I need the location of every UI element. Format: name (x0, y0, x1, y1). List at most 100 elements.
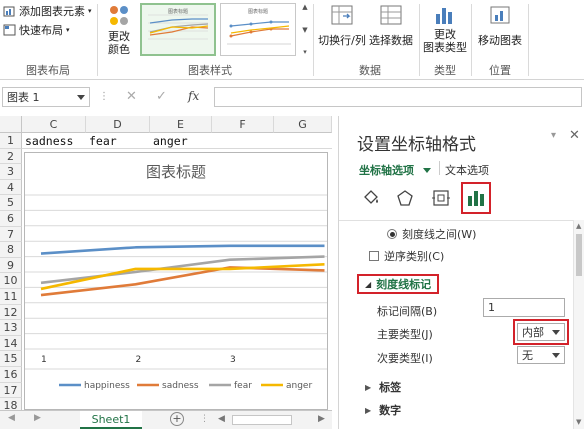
row-header-11[interactable]: 11 (0, 289, 22, 305)
change-chart-type-button[interactable]: 更改 图表类型 (421, 4, 469, 54)
cancel-icon[interactable]: ✕ (126, 89, 137, 104)
row-header-10[interactable]: 10 (0, 273, 22, 289)
column-header-c[interactable]: C (22, 116, 86, 133)
group-label-type: 类型 (434, 64, 456, 77)
chart-area[interactable]: 图表标题 1 2 3 happiness sadness fear anger (24, 152, 328, 410)
major-type-dropdown[interactable]: 内部 (517, 323, 565, 341)
quick-layout-button[interactable]: 快速布局 ▾ (3, 22, 70, 38)
switch-row-column-icon (331, 5, 353, 25)
scroll-tabs-right-icon[interactable]: ▶ (34, 413, 41, 423)
fx-icon[interactable]: fx (188, 89, 199, 103)
bar-chart-icon (468, 191, 484, 206)
scroll-down-icon[interactable]: ▼ (576, 418, 581, 426)
collapse-triangle-icon: ◢ (365, 279, 372, 289)
add-element-icon (3, 6, 15, 17)
legend-label-happiness: happiness (84, 381, 130, 391)
row-header-8[interactable]: 8 (0, 242, 22, 258)
minor-type-dropdown[interactable]: 无 (517, 346, 565, 364)
between-ticks-option[interactable]: 刻度线之间(W) (387, 226, 476, 242)
row-header-4[interactable]: 4 (0, 179, 22, 196)
chart-style-preview: 图表标题 (148, 8, 209, 40)
column-header-d[interactable]: D (86, 116, 150, 133)
scroll-up-icon[interactable]: ▲ (576, 222, 581, 230)
pane-options-icon[interactable]: ▾ (551, 130, 556, 141)
group-label-location: 位置 (489, 64, 511, 77)
row-header-7[interactable]: 7 (0, 226, 22, 243)
cell-e1[interactable]: anger (153, 134, 188, 148)
cell-c1[interactable]: sadness (25, 134, 73, 148)
tab-text-options[interactable]: 文本选项 (445, 162, 489, 178)
formula-bar: 图表 1 ⋮ ✕ ✓ fx (0, 84, 584, 112)
tab-axis-options[interactable]: 坐标轴选项 (359, 162, 431, 178)
row-1-cells: sadness fear anger (22, 133, 332, 149)
row-header-3[interactable]: 3 (0, 164, 22, 180)
axis-options-tab-highlight[interactable] (461, 182, 491, 214)
pane-title: 设置坐标轴格式 (357, 135, 476, 155)
size-properties-icon[interactable] (431, 188, 451, 211)
chart-style-thumbnail-1[interactable]: 图表标题 (140, 3, 216, 56)
ribbon-divider (471, 4, 472, 76)
row-header-1[interactable]: 1 (0, 133, 22, 149)
confirm-icon[interactable]: ✓ (156, 89, 167, 104)
row-header-15[interactable]: 15 (0, 351, 22, 367)
select-all-corner[interactable] (0, 116, 22, 133)
scroll-thumb[interactable] (576, 234, 582, 276)
color-palette-icon (110, 6, 128, 25)
ribbon: 添加图表元素 ▾ 快速布局 ▾ 图表布局 更改 颜色 图表标题 图表标题 ▲ ▼… (0, 0, 584, 80)
ribbon-divider (419, 4, 420, 76)
chevron-down-icon (552, 329, 560, 335)
scroll-right-icon[interactable]: ▶ (318, 414, 325, 424)
interval-input[interactable]: 1 (483, 298, 565, 317)
checkbox[interactable] (369, 251, 379, 261)
gallery-scroll[interactable]: ▲ ▼ ▾ (299, 3, 311, 56)
chart-style-thumbnail-2[interactable]: 图表标题 (220, 3, 296, 56)
row-header-13[interactable]: 13 (0, 320, 22, 336)
row-header-14[interactable]: 14 (0, 335, 22, 352)
sheet-tab-sheet1[interactable]: Sheet1 (80, 411, 142, 429)
change-colors-button[interactable]: 更改 颜色 (100, 4, 138, 56)
scroll-tabs-left-icon[interactable]: ◀ (8, 413, 15, 423)
row-header-2[interactable]: 2 (0, 148, 22, 165)
number-section-header[interactable]: ▶ 数字 (365, 402, 401, 418)
quick-layout-icon (3, 24, 16, 36)
row-header-5[interactable]: 5 (0, 195, 22, 211)
select-data-icon (380, 5, 402, 25)
pane-scrollbar[interactable]: ▲ ▼ (573, 220, 584, 429)
labels-section-header[interactable]: ▶ 标签 (365, 379, 401, 395)
scroll-left-icon[interactable]: ◀ (218, 414, 225, 424)
column-header-g[interactable]: G (274, 116, 332, 133)
radio-button[interactable] (387, 229, 397, 239)
row-header-6[interactable]: 6 (0, 211, 22, 227)
tick-marks-section-header[interactable]: ◢ 刻度线标记 (357, 274, 439, 294)
add-chart-element-button[interactable]: 添加图表元素 ▾ (3, 3, 92, 19)
chevron-down-icon: ▾ (66, 26, 70, 34)
expand-triangle-icon: ▶ (365, 405, 372, 415)
chevron-down-icon (77, 94, 85, 100)
legend-label-anger: anger (286, 381, 312, 391)
cell-d1[interactable]: fear (89, 134, 117, 148)
name-box[interactable]: 图表 1 (2, 87, 90, 107)
pentagon-icon[interactable] (395, 188, 415, 211)
select-data-button[interactable]: 选择数据 (368, 4, 414, 47)
gallery-down-icon[interactable]: ▼ (302, 26, 307, 34)
column-header-f[interactable]: F (212, 116, 274, 133)
fill-bucket-icon[interactable] (361, 188, 381, 211)
row-header-16[interactable]: 16 (0, 367, 22, 383)
row-header-9[interactable]: 9 (0, 257, 22, 274)
column-header-e[interactable]: E (150, 116, 212, 133)
interval-label: 标记间隔(B) (377, 305, 438, 318)
gallery-more-icon[interactable]: ▾ (303, 48, 307, 56)
row-header-12[interactable]: 12 (0, 304, 22, 321)
gallery-up-icon[interactable]: ▲ (302, 3, 307, 11)
reverse-categories-option[interactable]: 逆序类别(C) (369, 248, 444, 264)
move-chart-button[interactable]: 移动图表 (474, 4, 526, 47)
formula-input[interactable] (214, 87, 582, 107)
row-header-17[interactable]: 17 (0, 382, 22, 399)
group-label-data: 数据 (359, 64, 381, 77)
add-sheet-icon[interactable]: + (170, 412, 184, 426)
horizontal-scrollbar[interactable] (232, 415, 292, 425)
chart-style-preview: 图表标题 (227, 8, 291, 45)
major-type-label: 主要类型(J) (377, 328, 433, 341)
close-icon[interactable]: ✕ (569, 128, 580, 143)
switch-row-column-button[interactable]: 切换行/列 (316, 4, 368, 47)
